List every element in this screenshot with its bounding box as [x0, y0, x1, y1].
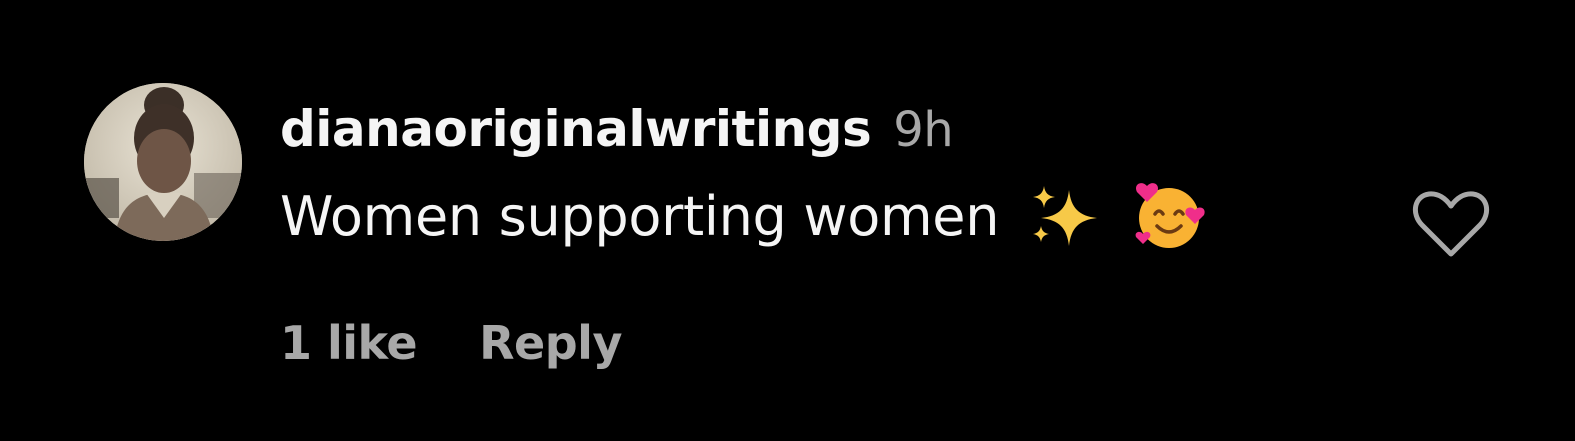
comment-text: Women supporting women [280, 184, 1000, 248]
comment-header: dianaoriginalwritings 9h [280, 100, 1207, 162]
avatar-image [84, 83, 242, 241]
avatar[interactable] [84, 83, 242, 241]
likes-count[interactable]: 1 like [280, 316, 418, 370]
comment: dianaoriginalwritings 9h Women supportin… [0, 0, 1575, 441]
heart-outline-icon [1412, 191, 1490, 257]
smiling-face-with-hearts-icon [1133, 180, 1207, 252]
timestamp: 9h [893, 102, 954, 158]
like-button[interactable] [1410, 188, 1492, 260]
reply-button[interactable]: Reply [479, 316, 622, 370]
sparkles-icon [1029, 184, 1103, 248]
username-link[interactable]: dianaoriginalwritings [280, 100, 872, 158]
comment-actions: 1 like Reply [280, 316, 622, 370]
comment-body: dianaoriginalwritings 9h Women supportin… [280, 100, 1207, 248]
comment-text-line: Women supporting women [280, 183, 1207, 248]
